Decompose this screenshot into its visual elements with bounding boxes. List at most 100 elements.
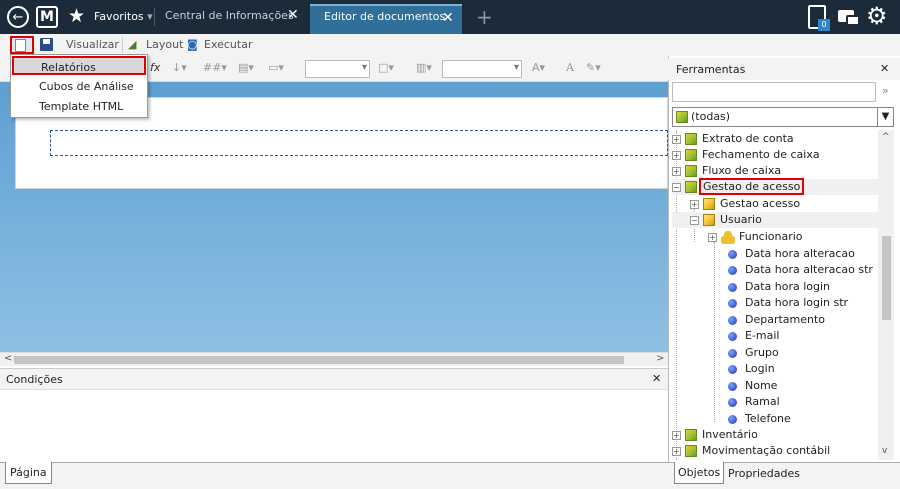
- tree-item-selected[interactable]: − Gestao de acesso: [672, 178, 878, 195]
- close-tab-icon[interactable]: ✕: [287, 7, 299, 23]
- tab-central-informacoes[interactable]: Central de Informações: [165, 9, 294, 22]
- back-icon[interactable]: ←: [7, 6, 29, 28]
- field-icon: [728, 397, 737, 407]
- tree-item[interactable]: + Gestao acesso: [690, 196, 800, 212]
- tree-item[interactable]: − Usuario: [672, 212, 878, 228]
- collapse-icon: −: [672, 182, 681, 192]
- title-bar: ← M ★ Favoritos ▾ Central de Informações…: [0, 0, 900, 34]
- notification-badge: 0: [818, 19, 830, 31]
- conditions-tabs: Página: [0, 462, 668, 489]
- new-document-button[interactable]: [10, 36, 34, 54]
- font-color-icon[interactable]: A: [566, 61, 574, 74]
- field-item[interactable]: E-mail: [728, 328, 780, 344]
- collapse-icon: −: [690, 215, 699, 225]
- conditions-body[interactable]: [0, 390, 668, 462]
- font-size-select[interactable]: [442, 60, 522, 78]
- cube-icon: [685, 181, 697, 193]
- field-item[interactable]: Nome: [728, 378, 777, 394]
- close-tab-icon[interactable]: ✕: [442, 10, 454, 26]
- font-grow-icon[interactable]: A▾: [532, 61, 545, 74]
- tools-panel-header: Ferramentas ✕: [668, 58, 900, 80]
- scroll-thumb[interactable]: [14, 356, 624, 364]
- tab-propriedades[interactable]: Propriedades: [728, 467, 800, 480]
- app-logo-icon[interactable]: M: [36, 6, 58, 28]
- tree-item[interactable]: + Fechamento de caixa: [672, 147, 820, 163]
- tree-item[interactable]: + Funcionario: [708, 229, 803, 245]
- star-icon[interactable]: ★: [68, 5, 85, 27]
- visualize-button[interactable]: Visualizar: [66, 38, 119, 51]
- menu-item-relatorios[interactable]: Relatórios: [12, 56, 146, 75]
- tree-item[interactable]: + Inventário: [672, 427, 758, 443]
- number-format-icon[interactable]: ##▾: [203, 61, 227, 74]
- tab-objetos[interactable]: Objetos: [674, 462, 725, 484]
- favorites-menu[interactable]: Favoritos ▾: [94, 10, 153, 23]
- execute-icon: ◙: [187, 38, 198, 51]
- scroll-right-icon[interactable]: >: [656, 353, 664, 364]
- gear-icon[interactable]: ⚙: [866, 2, 888, 30]
- execute-button[interactable]: Executar: [204, 38, 253, 51]
- field-item[interactable]: Data hora alteracao: [728, 246, 855, 262]
- scroll-down-icon[interactable]: v: [882, 446, 887, 456]
- cube-icon: [685, 149, 697, 161]
- menu-item-template-html[interactable]: Template HTML: [12, 97, 146, 116]
- field-icon: [728, 381, 737, 391]
- close-icon[interactable]: ✕: [880, 62, 889, 75]
- expand-panel-icon[interactable]: »: [882, 84, 889, 97]
- tools-filter-select[interactable]: (todas) ▼: [672, 107, 894, 127]
- field-item[interactable]: Grupo: [728, 345, 779, 361]
- field-icon: [728, 249, 737, 259]
- new-tab-icon[interactable]: +: [476, 5, 493, 29]
- field-icon[interactable]: ▭▾: [268, 61, 284, 74]
- scroll-up-icon[interactable]: ^: [882, 132, 890, 142]
- menu-item-cubos-analise[interactable]: Cubos de Análise: [12, 77, 146, 96]
- field-icon: [728, 414, 737, 424]
- tab-pagina[interactable]: Página: [5, 462, 52, 484]
- horizontal-scrollbar[interactable]: < >: [0, 352, 668, 366]
- field-item[interactable]: Departamento: [728, 312, 825, 328]
- objects-tree: + Extrato de conta + Fechamento de caixa +…: [672, 130, 878, 460]
- document-icon: [15, 39, 26, 52]
- tools-search-input[interactable]: [672, 82, 876, 102]
- layout-icon: ◢: [128, 38, 137, 51]
- tree-item[interactable]: + Fluxo de caixa: [672, 163, 781, 179]
- separator: [154, 8, 155, 26]
- cube-icon: [685, 445, 697, 457]
- field-item[interactable]: Ramal: [728, 394, 780, 410]
- align-icon[interactable]: ▤▾: [238, 61, 254, 74]
- highlight-icon[interactable]: ✎▾: [586, 61, 601, 74]
- expand-icon: +: [708, 232, 717, 242]
- scroll-thumb[interactable]: [882, 236, 891, 320]
- field-item[interactable]: Telefone: [728, 411, 791, 427]
- function-icon[interactable]: fx: [150, 61, 160, 74]
- tree-item[interactable]: + Extrato de conta: [672, 131, 794, 147]
- expand-icon: +: [672, 430, 681, 440]
- vertical-scrollbar[interactable]: ^ v: [878, 130, 894, 460]
- chevron-down-icon[interactable]: ▼: [877, 108, 893, 126]
- main-toolbar: Visualizar ◢ Layout ◙ Executar: [0, 34, 900, 56]
- separator: [122, 37, 124, 53]
- cube-icon: [685, 165, 697, 177]
- expand-icon: +: [672, 446, 681, 456]
- field-icon: [728, 331, 737, 341]
- report-band[interactable]: [50, 130, 668, 156]
- border-icon[interactable]: □▾: [378, 61, 394, 74]
- tab-editor-documentos-label: Editor de documentos: [324, 10, 446, 23]
- chat-icon[interactable]: [838, 10, 860, 26]
- save-icon[interactable]: [40, 38, 53, 51]
- field-item[interactable]: Data hora login: [728, 279, 830, 295]
- font-family-select[interactable]: [305, 60, 370, 78]
- sort-icon[interactable]: ↓▾: [172, 61, 187, 74]
- scroll-left-icon[interactable]: <: [4, 353, 12, 364]
- tree-item[interactable]: + Movimentação contábil: [672, 443, 830, 459]
- field-item[interactable]: Login: [728, 361, 775, 377]
- fill-icon[interactable]: ▥▾: [416, 61, 432, 74]
- clipboard-icon[interactable]: 0: [808, 5, 830, 31]
- field-item[interactable]: Data hora login str: [728, 295, 848, 311]
- field-item[interactable]: Data hora alteracao str: [728, 262, 873, 278]
- tab-editor-documentos[interactable]: Editor de documentos ✕: [310, 4, 462, 34]
- close-icon[interactable]: ✕: [652, 372, 661, 385]
- field-icon: [728, 315, 737, 325]
- cube-icon: [685, 133, 697, 145]
- layout-button[interactable]: Layout: [146, 38, 183, 51]
- expand-icon: +: [672, 134, 681, 144]
